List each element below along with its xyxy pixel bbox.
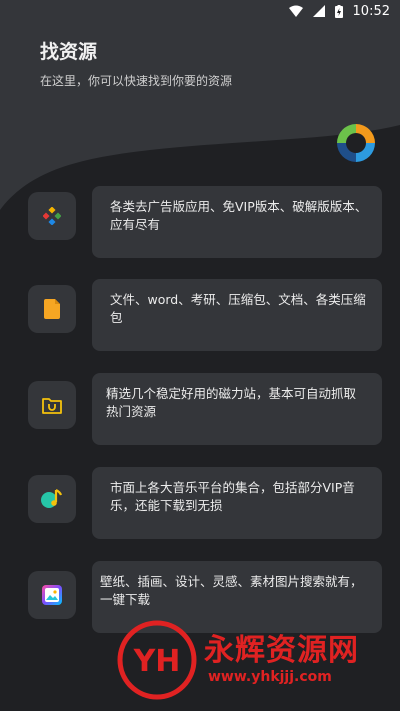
item-card[interactable]: 市面上各大音乐平台的集合，包括部分VIP音乐，还能下载到无损 [92,467,382,539]
magnet-folder-icon [42,398,62,414]
battery-charging-icon [334,4,343,18]
document-icon [44,299,60,319]
icon-tile[interactable] [28,381,76,429]
apps-icon [43,207,61,225]
page-subtitle: 在这里，你可以快速找到你要的资源 [40,74,233,88]
watermark-logo-text: YH [133,644,181,679]
watermark-name: 永辉资源网 [204,633,359,668]
status-bar: 10:52 [0,0,400,22]
list-item[interactable]: 文件、word、考研、压缩包、文档、各类压缩包 [28,279,382,351]
image-icon [42,585,62,605]
list-item[interactable]: 各类去广告版应用、免VIP版本、破解版版本、应有尽有 [28,186,382,258]
watermark: YH 永辉资源网 www.yhkjjj.com [116,619,386,700]
item-description: 各类去广告版应用、免VIP版本、破解版版本、应有尽有 [110,199,368,232]
wifi-icon [288,5,303,17]
icon-tile[interactable] [28,475,76,523]
page-title: 找资源 [40,41,98,63]
item-card[interactable]: 文件、word、考研、压缩包、文档、各类压缩包 [92,279,382,351]
refresh-logo-icon[interactable] [333,120,379,166]
icon-tile[interactable] [28,285,76,333]
icon-tile[interactable] [28,192,76,240]
watermark-url: www.yhkjjj.com [208,669,332,685]
item-description: 精选几个稳定好用的磁力站，基本可自动抓取热门资源 [106,386,357,419]
list-item[interactable]: 精选几个稳定好用的磁力站，基本可自动抓取热门资源 [28,373,382,445]
item-description: 文件、word、考研、压缩包、文档、各类压缩包 [110,292,366,325]
item-card[interactable]: 各类去广告版应用、免VIP版本、破解版版本、应有尽有 [92,186,382,258]
item-description: 市面上各大音乐平台的集合，包括部分VIP音乐，还能下载到无损 [110,480,355,513]
item-description: 壁纸、插画、设计、灵感、素材图片搜索就有，一键下载 [100,574,363,607]
signal-icon [312,5,325,17]
icon-tile[interactable] [28,571,76,619]
music-icon [41,489,63,508]
item-card[interactable]: 精选几个稳定好用的磁力站，基本可自动抓取热门资源 [92,373,382,445]
list-item[interactable]: 市面上各大音乐平台的集合，包括部分VIP音乐，还能下载到无损 [28,467,382,539]
watermark-logo-icon: YH [117,620,197,700]
status-time: 10:52 [352,3,390,19]
